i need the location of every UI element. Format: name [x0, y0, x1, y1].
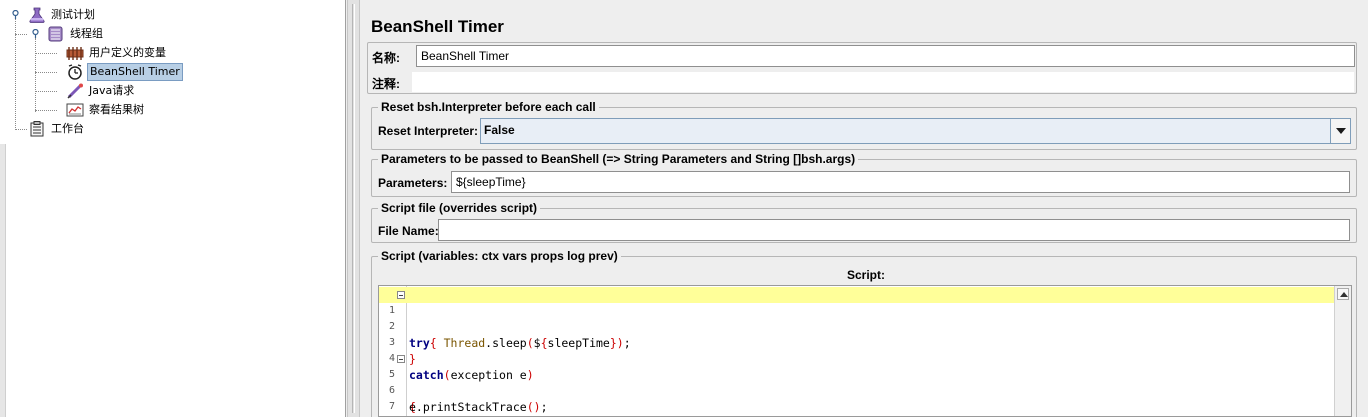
- tree-item-label: 察看结果树: [89, 102, 144, 116]
- test-plan-tree[interactable]: 测试计划 线程组 用户定义的变量 BeanShell Timer Java请求 …: [0, 0, 346, 417]
- fold-collapse-icon[interactable]: [397, 355, 405, 363]
- tree-toggle-expanded-icon[interactable]: [11, 9, 20, 19]
- parameters-group-title: Parameters to be passed to BeanShell (=>…: [378, 152, 859, 166]
- parameters-label: Parameters:: [378, 176, 448, 190]
- comments-field[interactable]: [411, 71, 1355, 93]
- config-element-icon: [66, 45, 84, 61]
- tree-item-thread-group[interactable]: 线程组: [47, 24, 105, 43]
- script-editor[interactable]: 1 try{ 2 Thread.sleep(${sleepTime}); 3 }…: [378, 285, 1352, 417]
- reset-interpreter-label: Reset Interpreter:: [378, 124, 479, 138]
- tree-toggle-expanded-icon[interactable]: [31, 28, 40, 38]
- tree-item-view-results-tree[interactable]: 察看结果树: [66, 100, 146, 119]
- reset-group-title: Reset bsh.Interpreter before each call: [378, 100, 599, 114]
- parameters-field[interactable]: ${sleepTime}: [451, 171, 1350, 193]
- code-line[interactable]: 8: [379, 399, 1335, 415]
- tree-item-test-plan[interactable]: 测试计划: [28, 5, 97, 24]
- tree-item-label: Java请求: [89, 83, 135, 97]
- code-line[interactable]: 1 try{: [379, 287, 1335, 350]
- code-line[interactable]: 2 Thread.sleep(${sleepTime});: [379, 303, 1335, 350]
- tree-item-java-request[interactable]: Java请求: [66, 81, 136, 100]
- script-file-group-title: Script file (overrides script): [378, 201, 541, 215]
- workbench-icon: [28, 120, 46, 137]
- file-name-label: File Name:: [378, 224, 439, 238]
- scroll-up-icon[interactable]: [1337, 288, 1349, 300]
- tree-item-user-defined-variables[interactable]: 用户定义的变量: [66, 43, 168, 62]
- file-name-field[interactable]: [438, 219, 1350, 241]
- script-caption: Script:: [847, 268, 886, 282]
- test-plan-icon: [28, 7, 46, 23]
- sampler-icon: [66, 83, 84, 99]
- chevron-down-icon[interactable]: [1330, 119, 1350, 143]
- code-line[interactable]: 5 {: [379, 351, 1335, 414]
- tree-item-label: 测试计划: [51, 7, 95, 21]
- tree-item-label: 线程组: [70, 26, 103, 40]
- name-label: 名称:: [372, 51, 400, 65]
- tree-item-label: BeanShell Timer: [87, 62, 183, 81]
- split-pane-divider[interactable]: [347, 0, 360, 417]
- tree-item-label: 用户定义的变量: [89, 45, 166, 59]
- listener-icon: [66, 102, 84, 118]
- reset-interpreter-select[interactable]: False: [480, 118, 1351, 144]
- tree-scrollbar[interactable]: [0, 144, 6, 417]
- script-group-title: Script (variables: ctx vars props log pr…: [378, 249, 621, 263]
- element-editor-panel: BeanShell Timer 名称: BeanShell Timer 注释: …: [361, 0, 1368, 417]
- code-line[interactable]: 3 }: [379, 319, 1335, 366]
- reset-interpreter-value: False: [484, 123, 515, 137]
- code-line[interactable]: 6 e.printStackTrace();: [379, 367, 1335, 414]
- fold-collapse-icon[interactable]: [397, 291, 405, 299]
- code-line[interactable]: 4 catch(exception e): [379, 335, 1335, 382]
- script-scrollbar[interactable]: [1334, 286, 1351, 416]
- tree-item-label: 工作台: [51, 121, 84, 135]
- tree-item-workbench[interactable]: 工作台: [28, 119, 86, 138]
- thread-group-icon: [47, 26, 65, 42]
- timer-icon: [66, 63, 84, 80]
- page-title: BeanShell Timer: [371, 17, 504, 36]
- tree-item-beanshell-timer[interactable]: BeanShell Timer: [66, 62, 183, 81]
- name-field[interactable]: BeanShell Timer: [416, 45, 1355, 67]
- code-line[interactable]: 7 }: [379, 383, 1335, 412]
- comments-label: 注释:: [372, 77, 400, 91]
- jmeter-window: 测试计划 线程组 用户定义的变量 BeanShell Timer Java请求 …: [0, 0, 1368, 417]
